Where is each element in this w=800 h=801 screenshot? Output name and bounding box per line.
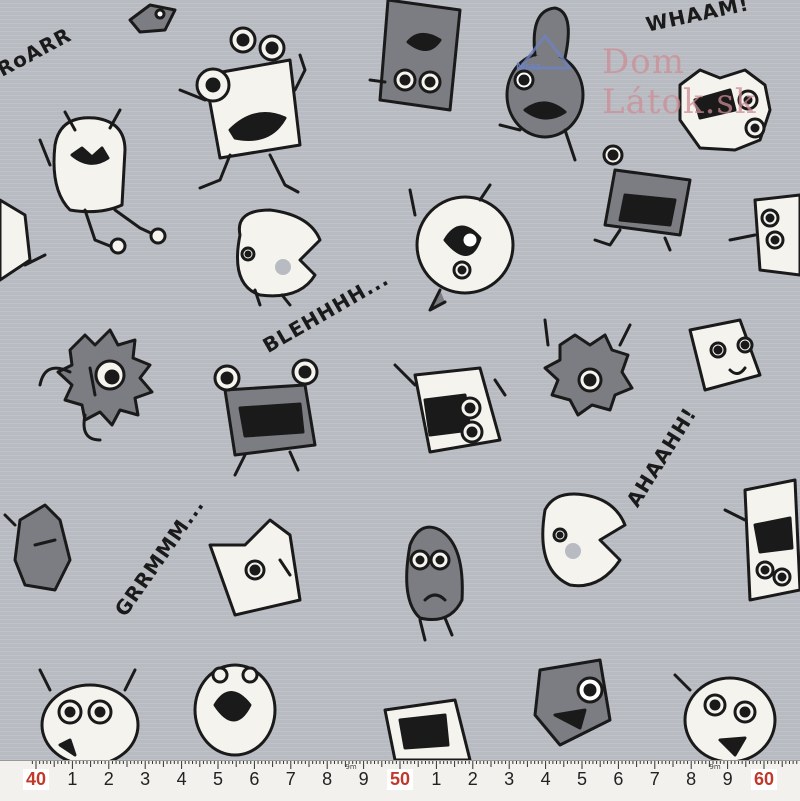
monster-white-screamer-bottom	[193, 663, 277, 757]
ruler-label: 9	[358, 769, 369, 789]
watermark: Mráz Dom Látok.sk	[510, 18, 800, 122]
monster-white-chomper	[393, 363, 507, 454]
fabric-swatch: RoARR WHAAM! BLEHHHH... GRRMMM... AHAAHH…	[0, 0, 800, 760]
ruler-label: 9	[722, 769, 733, 789]
ruler-superscript: 9m	[709, 763, 721, 771]
monster-white-pacman	[236, 208, 322, 307]
ruler-label: 7	[285, 769, 296, 789]
monster-chomper-bottom	[383, 698, 472, 760]
ruler-label: 2	[103, 769, 114, 789]
ruler-label: 1	[67, 769, 78, 789]
monster-gray-spiky-left	[38, 328, 154, 442]
ruler-label: 8	[322, 769, 333, 789]
measuring-ruler: 40 1 2 3 4 5 6 7 8 9 50 1 2 3 4 5 6 7 8 9 60 9m 9m	[0, 760, 800, 801]
monster-gray-blob-left	[3, 503, 72, 592]
monster-gray-biter-two	[213, 358, 319, 477]
monster-white-square	[178, 26, 307, 194]
monster-white-robot	[723, 478, 800, 602]
ruler-label: 3	[504, 769, 515, 789]
ruler-label: 5	[576, 769, 587, 789]
monster-gray-spiky-center	[543, 318, 634, 417]
ruler-label: 40	[23, 769, 49, 790]
ruler-superscript: 9m	[345, 763, 357, 771]
watermark-badge: Mráz	[516, 62, 541, 72]
ruler-label: 6	[613, 769, 624, 789]
monster-white-hanging	[38, 108, 167, 255]
monster-gray-biter	[593, 144, 692, 252]
ruler-label: 2	[467, 769, 478, 789]
ruler-label: 7	[649, 769, 660, 789]
monster-white-small-right	[688, 318, 762, 392]
ruler-label: 60	[751, 769, 777, 790]
monster-white-horned	[38, 668, 140, 760]
monster-gray-topleft	[128, 3, 177, 34]
ruler-label: 4	[176, 769, 187, 789]
ruler-label: 5	[212, 769, 223, 789]
monster-gray-oneeye	[533, 658, 612, 747]
monster-white-round	[408, 183, 515, 312]
monster-gray-blob	[405, 525, 464, 642]
ruler-label: 8	[686, 769, 697, 789]
ruler-label: 1	[431, 769, 442, 789]
ruler-label: 50	[387, 769, 413, 790]
monster-white-bottom-right	[673, 673, 777, 760]
ruler-label: 3	[140, 769, 151, 789]
watermark-logo-icon	[516, 33, 574, 70]
ruler-label: 4	[540, 769, 551, 789]
monster-white-right	[728, 193, 800, 277]
monster-edge-left	[0, 198, 47, 282]
monster-gray-rect	[368, 0, 462, 112]
ruler-label: 6	[249, 769, 260, 789]
monster-white-pointy	[208, 518, 302, 617]
monster-white-pacman-two	[541, 492, 627, 588]
watermark-brand: Dom Látok.sk	[602, 42, 757, 122]
